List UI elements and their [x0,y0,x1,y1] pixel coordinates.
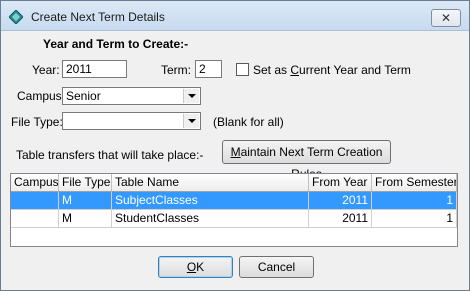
ok-label-post: K [196,260,205,274]
dialog-window: Create Next Term Details ✕ Year and Term… [0,0,470,291]
close-button[interactable]: ✕ [431,9,461,27]
set-current-label-post: urrent Year and Term [299,63,411,77]
column-header-campus[interactable]: Campus [11,174,59,192]
term-input[interactable]: 2 [195,60,222,78]
cell-from-semester: 1 [372,192,457,210]
filetype-label: File Type: [11,115,63,129]
cell-from-year: 2011 [309,192,372,210]
campus-value: Senior [66,89,101,103]
term-label: Term: [161,63,191,77]
year-label: Year: [32,63,60,77]
cell-campus [11,192,59,210]
set-current-label[interactable]: Set as Current Year and Term [253,63,411,77]
table-row[interactable]: M StudentClasses 2011 1 [11,210,457,228]
cancel-button[interactable]: Cancel [239,256,314,278]
filetype-hint: (Blank for all) [213,115,284,129]
set-current-label-pre: Set as [253,63,291,77]
transfers-table[interactable]: Campus File Type Table Name From Year Fr… [10,173,458,247]
diamond-app-icon [9,10,23,24]
set-current-label-accel: C [290,63,300,77]
column-header-from-year[interactable]: From Year [309,174,372,192]
cell-file-type: M [59,192,112,210]
set-current-checkbox[interactable] [236,63,249,76]
cell-from-year: 2011 [309,210,372,228]
title-bar[interactable]: Create Next Term Details ✕ [1,1,469,31]
column-header-from-semester[interactable]: From Semester [372,174,457,192]
section-heading: Year and Term to Create:- [43,37,189,51]
maintain-rules-label-accel: M [230,145,241,159]
year-input[interactable]: 2011 [62,60,127,78]
filetype-select[interactable] [62,112,201,130]
cell-file-type: M [59,210,112,228]
campus-label: Campus: [17,89,66,103]
cell-table-name: StudentClasses [112,210,309,228]
ok-button[interactable]: OK [158,256,233,278]
table-header: Campus File Type Table Name From Year Fr… [11,174,457,192]
chevron-down-icon[interactable] [183,114,199,128]
window-title: Create Next Term Details [31,10,165,24]
cell-table-name: SubjectClasses [112,192,309,210]
close-icon: ✕ [440,11,452,25]
column-header-file-type[interactable]: File Type [59,174,112,192]
cell-from-semester: 1 [372,210,457,228]
campus-select[interactable]: Senior [62,87,201,105]
cell-campus [11,210,59,228]
chevron-down-icon[interactable] [183,89,199,103]
table-row[interactable]: M SubjectClasses 2011 1 [11,192,457,210]
transfers-label: Table transfers that will take place:- [16,148,204,162]
maintain-rules-button[interactable]: Maintain Next Term Creation Rules [222,140,391,181]
column-header-table-name[interactable]: Table Name [112,174,309,192]
ok-label-accel: O [186,260,197,274]
dialog-body: Year and Term to Create:- Year: 2011 Ter… [8,31,462,285]
